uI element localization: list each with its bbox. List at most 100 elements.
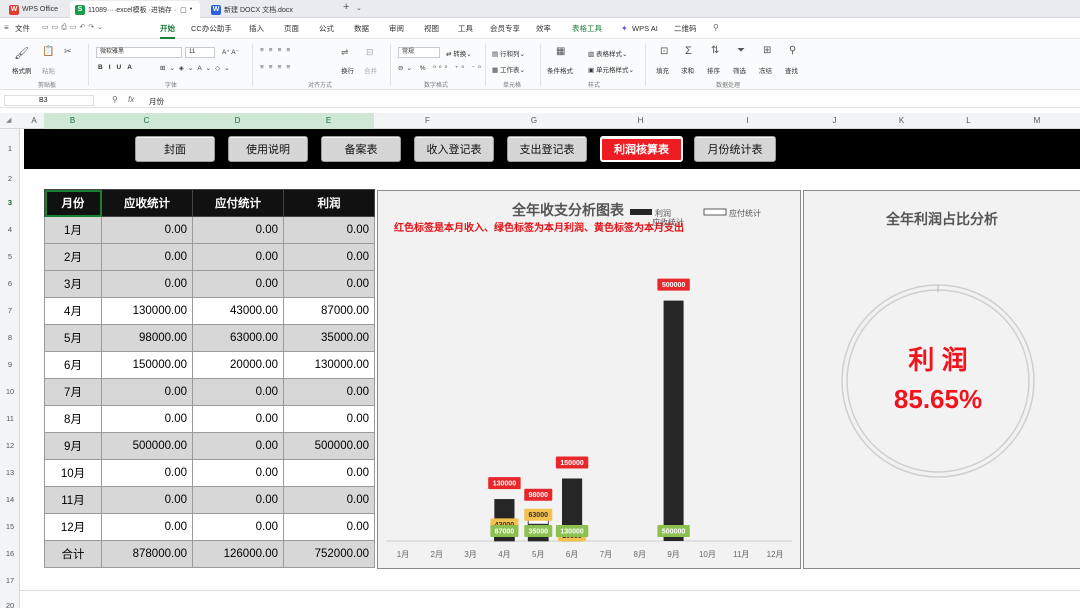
table-cell[interactable]: 0.00 [283, 216, 375, 244]
row-header[interactable]: 5 [0, 252, 20, 261]
table-cell[interactable]: 合计 [44, 540, 102, 568]
fx-icon[interactable]: fx [128, 95, 134, 104]
nav-instructions-button[interactable]: 使用说明 [228, 136, 308, 162]
column-header[interactable]: I [694, 113, 801, 129]
font-style-icons[interactable]: BIUA [98, 64, 138, 71]
table-cell[interactable]: 87000.00 [283, 297, 375, 325]
column-header[interactable]: K [868, 113, 935, 129]
nav-filing-button[interactable]: 备案表 [321, 136, 401, 162]
menu-data[interactable]: 数据 [354, 22, 369, 36]
menu-qrcode[interactable]: 二维码 [674, 22, 697, 36]
align-top-icons[interactable]: ≡≡≡≡ [260, 47, 295, 54]
table-cell[interactable]: 5月 [44, 324, 102, 352]
paste-button[interactable]: 粘贴 [42, 65, 55, 75]
nav-monthly-stats-button[interactable]: 月份统计表 [694, 136, 776, 162]
table-cell[interactable]: 2月 [44, 243, 102, 271]
table-cell[interactable]: 4月 [44, 297, 102, 325]
worksheet-button[interactable]: ▦ 工作表⌄ [492, 64, 525, 74]
row-header[interactable]: 13 [0, 468, 20, 477]
menu-page[interactable]: 页面 [284, 22, 299, 36]
table-cell[interactable]: 0.00 [192, 216, 284, 244]
table-cell[interactable]: 150000.00 [101, 351, 193, 379]
row-header[interactable]: 2 [0, 174, 20, 183]
sort-button[interactable]: 排序 [707, 65, 720, 75]
table-cell[interactable]: 0.00 [101, 405, 193, 433]
table-cell[interactable]: 0.00 [101, 513, 193, 541]
table-cell[interactable]: 130000.00 [283, 351, 375, 379]
column-header[interactable]: A [24, 113, 44, 129]
table-cell[interactable]: 0.00 [283, 405, 375, 433]
table-cell[interactable]: 0.00 [192, 378, 284, 406]
table-cell[interactable]: 43000.00 [192, 297, 284, 325]
row-header[interactable]: 8 [0, 333, 20, 342]
table-cell[interactable]: 11月 [44, 486, 102, 514]
table-cell[interactable]: 98000.00 [101, 324, 193, 352]
table-cell[interactable]: 8月 [44, 405, 102, 433]
menu-tools[interactable]: 工具 [458, 22, 473, 36]
menu-view[interactable]: 视图 [424, 22, 439, 36]
row-col-button[interactable]: ▤ 行和列⌄ [492, 48, 525, 58]
quick-access-icons[interactable]: ▭▭⎙▭↶↷⌄ [42, 23, 106, 32]
search-icon[interactable]: ⚲ [713, 23, 719, 32]
menu-home[interactable]: 开始 [160, 22, 175, 39]
nav-cover-button[interactable]: 封面 [135, 136, 215, 162]
merge-icon[interactable]: ⊟ [366, 47, 374, 58]
menu-review[interactable]: 审阅 [389, 22, 404, 36]
row-header[interactable]: 1 [0, 144, 20, 153]
table-cell[interactable]: 126000.00 [192, 540, 284, 568]
cell-style-button[interactable]: ▣ 单元格样式⌄ [588, 64, 634, 74]
column-header[interactable]: M [1002, 113, 1072, 129]
table-cell[interactable]: 0.00 [283, 270, 375, 298]
profit-ratio-chart[interactable]: 全年利润占比分析 利 润 85.65% [803, 190, 1080, 569]
conditional-format-button[interactable]: 条件格式 [547, 65, 573, 75]
table-style-button[interactable]: ▧ 表格样式⌄ [588, 48, 627, 58]
column-header[interactable]: L [935, 113, 1002, 129]
table-cell[interactable]: 752000.00 [283, 540, 375, 568]
nav-expense-register-button[interactable]: 支出登记表 [507, 136, 587, 162]
table-cell[interactable]: 0.00 [192, 270, 284, 298]
income-expense-chart[interactable]: 全年收支分析图表 红色标签是本月收入、绿色标签为本月利润、黄色标签为本月支出 利… [377, 190, 801, 569]
tab-docx-file[interactable]: W 新建 DOCX 文档.docx [206, 1, 334, 18]
formula-input[interactable]: 月份 [149, 96, 164, 107]
table-cell[interactable]: 35000.00 [283, 324, 375, 352]
cut-icon[interactable]: ✂ [64, 46, 72, 57]
font-size-select[interactable]: 11 [185, 47, 215, 58]
menu-member[interactable]: 会员专享 [490, 22, 520, 36]
table-cell[interactable]: 10月 [44, 459, 102, 487]
table-cell[interactable]: 1月 [44, 216, 102, 244]
table-cell[interactable]: 0.00 [192, 243, 284, 271]
filter-icon[interactable]: ⏷ [737, 45, 745, 56]
row-header[interactable]: 4 [0, 225, 20, 234]
filter-button[interactable]: 筛选 [733, 65, 746, 75]
header-receivable[interactable]: 应收统计 [101, 189, 193, 217]
fill-icon[interactable]: ⊡ [660, 46, 668, 57]
wrap-icon[interactable]: ⇌ [341, 47, 349, 58]
row-header[interactable]: 7 [0, 306, 20, 315]
row-header[interactable]: 15 [0, 522, 20, 531]
table-cell[interactable]: 20000.00 [192, 351, 284, 379]
chevron-down-icon[interactable]: ⌄ [356, 4, 362, 12]
merge-button[interactable]: 合并 [364, 65, 377, 75]
column-header[interactable]: D [192, 113, 283, 129]
paste-icon[interactable]: 📋 [42, 46, 54, 57]
table-cell[interactable]: 0.00 [283, 378, 375, 406]
row-header[interactable]: 20 [0, 601, 20, 610]
find-icon[interactable]: ⚲ [789, 45, 796, 56]
nav-income-register-button[interactable]: 收入登记表 [414, 136, 494, 162]
sort-icon[interactable]: ⇅ [711, 45, 719, 56]
table-cell[interactable]: 130000.00 [101, 297, 193, 325]
sum-button[interactable]: 求和 [681, 65, 694, 75]
menu-cc-assistant[interactable]: CC办公助手 [191, 22, 232, 36]
row-header[interactable]: 17 [0, 576, 20, 585]
tab-excel-file[interactable]: S 11089····excel模板 ·进销存 · ▢ • [70, 1, 200, 18]
row-header[interactable]: 10 [0, 387, 20, 396]
table-cell[interactable]: 0.00 [192, 486, 284, 514]
conditional-format-icon[interactable]: ▦ [556, 46, 565, 57]
pin-icon[interactable]: ▢ [180, 6, 187, 14]
column-header[interactable]: J [801, 113, 868, 129]
format-painter-button[interactable]: 格式刷 [12, 65, 32, 75]
align-left-icons[interactable]: ≡≡≡≡ [260, 64, 295, 71]
border-fill-icons[interactable]: ⊞⌄◈⌄A⌄◇⌄ [160, 64, 234, 72]
table-cell[interactable]: 0.00 [101, 216, 193, 244]
number-format-select[interactable]: 常规 [398, 47, 440, 58]
